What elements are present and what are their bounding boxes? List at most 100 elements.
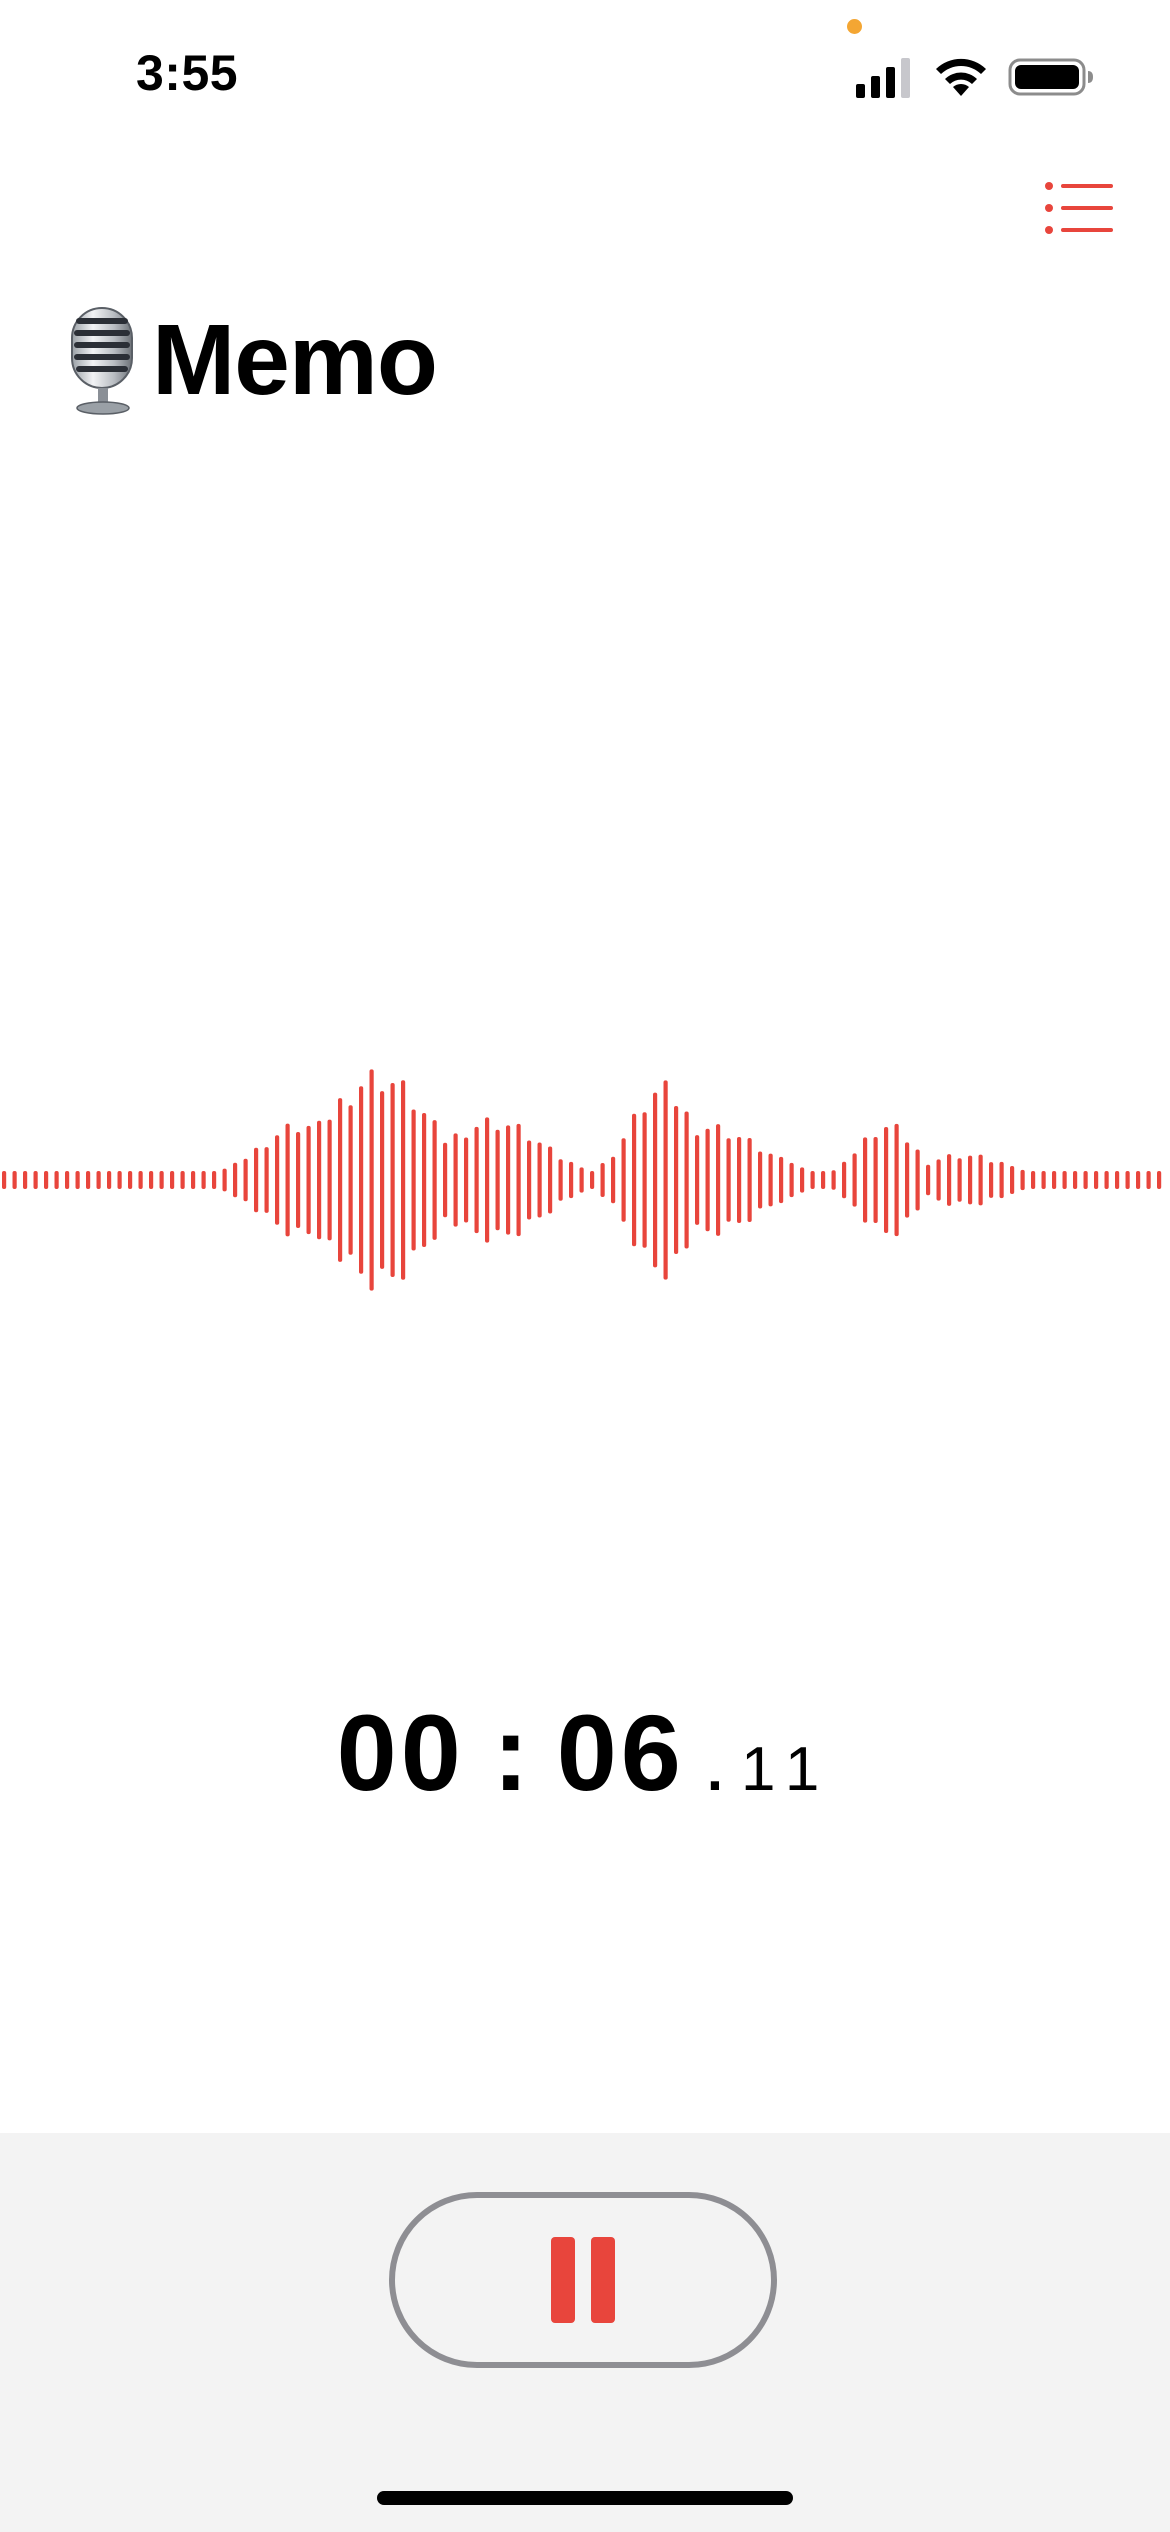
waveform-bar — [548, 1146, 553, 1214]
waveform-bar — [54, 1171, 59, 1189]
waveform-bar — [999, 1161, 1004, 1199]
waveform-bar — [296, 1131, 301, 1229]
waveform-bar — [464, 1137, 469, 1223]
cellular-signal-icon — [856, 58, 910, 98]
waveform-bar — [264, 1147, 269, 1213]
waveform-bar — [968, 1155, 973, 1205]
pause-icon — [551, 2237, 615, 2323]
waveform-bar — [716, 1124, 721, 1236]
waveform-bar — [65, 1171, 70, 1189]
waveform-bar — [75, 1171, 80, 1189]
list-icon — [1045, 182, 1113, 234]
waveform-bar — [621, 1138, 626, 1222]
waveform-bar — [1094, 1171, 1099, 1189]
waveform-bar — [422, 1113, 427, 1247]
waveform-bar — [1157, 1171, 1162, 1189]
waveform-bar — [86, 1171, 91, 1189]
waveform-bar — [254, 1147, 259, 1213]
waveform-bar — [117, 1171, 122, 1189]
waveform-bar — [1125, 1171, 1130, 1189]
waveform-bar — [852, 1153, 857, 1207]
waveform-bar — [947, 1154, 952, 1206]
waveform-bar — [359, 1086, 364, 1274]
waveform-bar — [485, 1117, 490, 1243]
voice-memo-screen: 3:55 Memo 00: 06 . 11 — [0, 0, 1170, 2532]
waveform-bar — [537, 1142, 542, 1218]
waveform-bar — [705, 1128, 710, 1232]
waveform-bar — [327, 1119, 332, 1241]
waveform-bar — [863, 1137, 868, 1223]
waveform-bar — [243, 1158, 248, 1202]
waveform-bar — [1115, 1171, 1120, 1189]
pause-button[interactable] — [389, 2192, 777, 2368]
waveform-bar — [432, 1120, 437, 1240]
waveform-bar — [138, 1171, 143, 1189]
waveform-bar — [1104, 1171, 1109, 1189]
waveform-bar — [306, 1125, 311, 1235]
waveform-bar — [401, 1080, 406, 1280]
waveform-bar — [674, 1106, 679, 1254]
waveform-bar — [695, 1135, 700, 1225]
waveform-bar — [159, 1171, 164, 1189]
recordings-list-button[interactable] — [1043, 178, 1115, 238]
battery-icon — [1008, 58, 1093, 96]
waveform-bar — [180, 1171, 185, 1189]
waveform-bar — [957, 1158, 962, 1202]
timer-minutes: 00 — [336, 1692, 465, 1813]
waveform-bar — [1031, 1171, 1036, 1189]
waveform-bar — [936, 1159, 941, 1201]
waveform-bar — [96, 1171, 101, 1189]
timer-decimal-point: . — [706, 1738, 723, 1803]
waveform-bar — [212, 1171, 217, 1189]
waveform-bar — [107, 1171, 112, 1189]
waveform-bar — [1062, 1171, 1067, 1189]
waveform-bar — [390, 1082, 395, 1278]
waveform-bar — [684, 1111, 689, 1249]
wifi-icon — [936, 58, 986, 96]
waveform-bar — [12, 1171, 17, 1189]
waveform-bar — [275, 1135, 280, 1225]
waveform-bar — [747, 1138, 752, 1222]
waveform-bar — [201, 1171, 206, 1189]
waveform-bar — [758, 1151, 763, 1209]
waveform-bar — [1146, 1171, 1151, 1189]
waveform-bar — [23, 1171, 28, 1189]
waveform-bar — [1052, 1171, 1057, 1189]
timer-colon: : — [492, 1692, 529, 1813]
home-indicator — [377, 2491, 793, 2505]
waveform-bar — [800, 1167, 805, 1193]
waveform-bar — [737, 1137, 742, 1223]
page-title: Memo — [152, 303, 438, 416]
waveform-bar — [978, 1154, 983, 1206]
status-time: 3:55 — [136, 45, 239, 101]
waveform-bar — [989, 1162, 994, 1198]
timer-hundredths: 11 — [741, 1735, 834, 1804]
waveform-bar — [768, 1153, 773, 1207]
waveform-bar — [926, 1164, 931, 1196]
title-row: Memo — [64, 300, 438, 420]
waveform-bar — [348, 1105, 353, 1255]
waveform-bar — [1010, 1166, 1015, 1194]
waveform-bar — [453, 1133, 458, 1227]
recording-timer: 00 : 06 . 11 — [0, 1690, 1170, 1815]
waveform-bar — [516, 1123, 521, 1237]
waveform-bar — [33, 1171, 38, 1189]
waveform-bar — [527, 1140, 532, 1220]
waveform-bar — [149, 1171, 154, 1189]
privacy-indicator-dot — [847, 19, 862, 34]
waveform-bar — [642, 1112, 647, 1248]
waveform-bar — [810, 1171, 815, 1189]
waveform-bar — [1073, 1171, 1078, 1189]
waveform-bar — [653, 1092, 658, 1268]
waveform-bar — [915, 1149, 920, 1211]
waveform-bar — [905, 1142, 910, 1218]
waveform-bar — [338, 1098, 343, 1262]
waveform-bar — [1083, 1171, 1088, 1189]
waveform-bar — [285, 1123, 290, 1237]
waveform-bar — [663, 1080, 668, 1280]
waveform-bar — [600, 1162, 605, 1198]
waveform-bar — [831, 1170, 836, 1190]
waveform-bar — [894, 1123, 899, 1237]
waveform-bar — [842, 1161, 847, 1199]
waveform-bar — [380, 1091, 385, 1269]
